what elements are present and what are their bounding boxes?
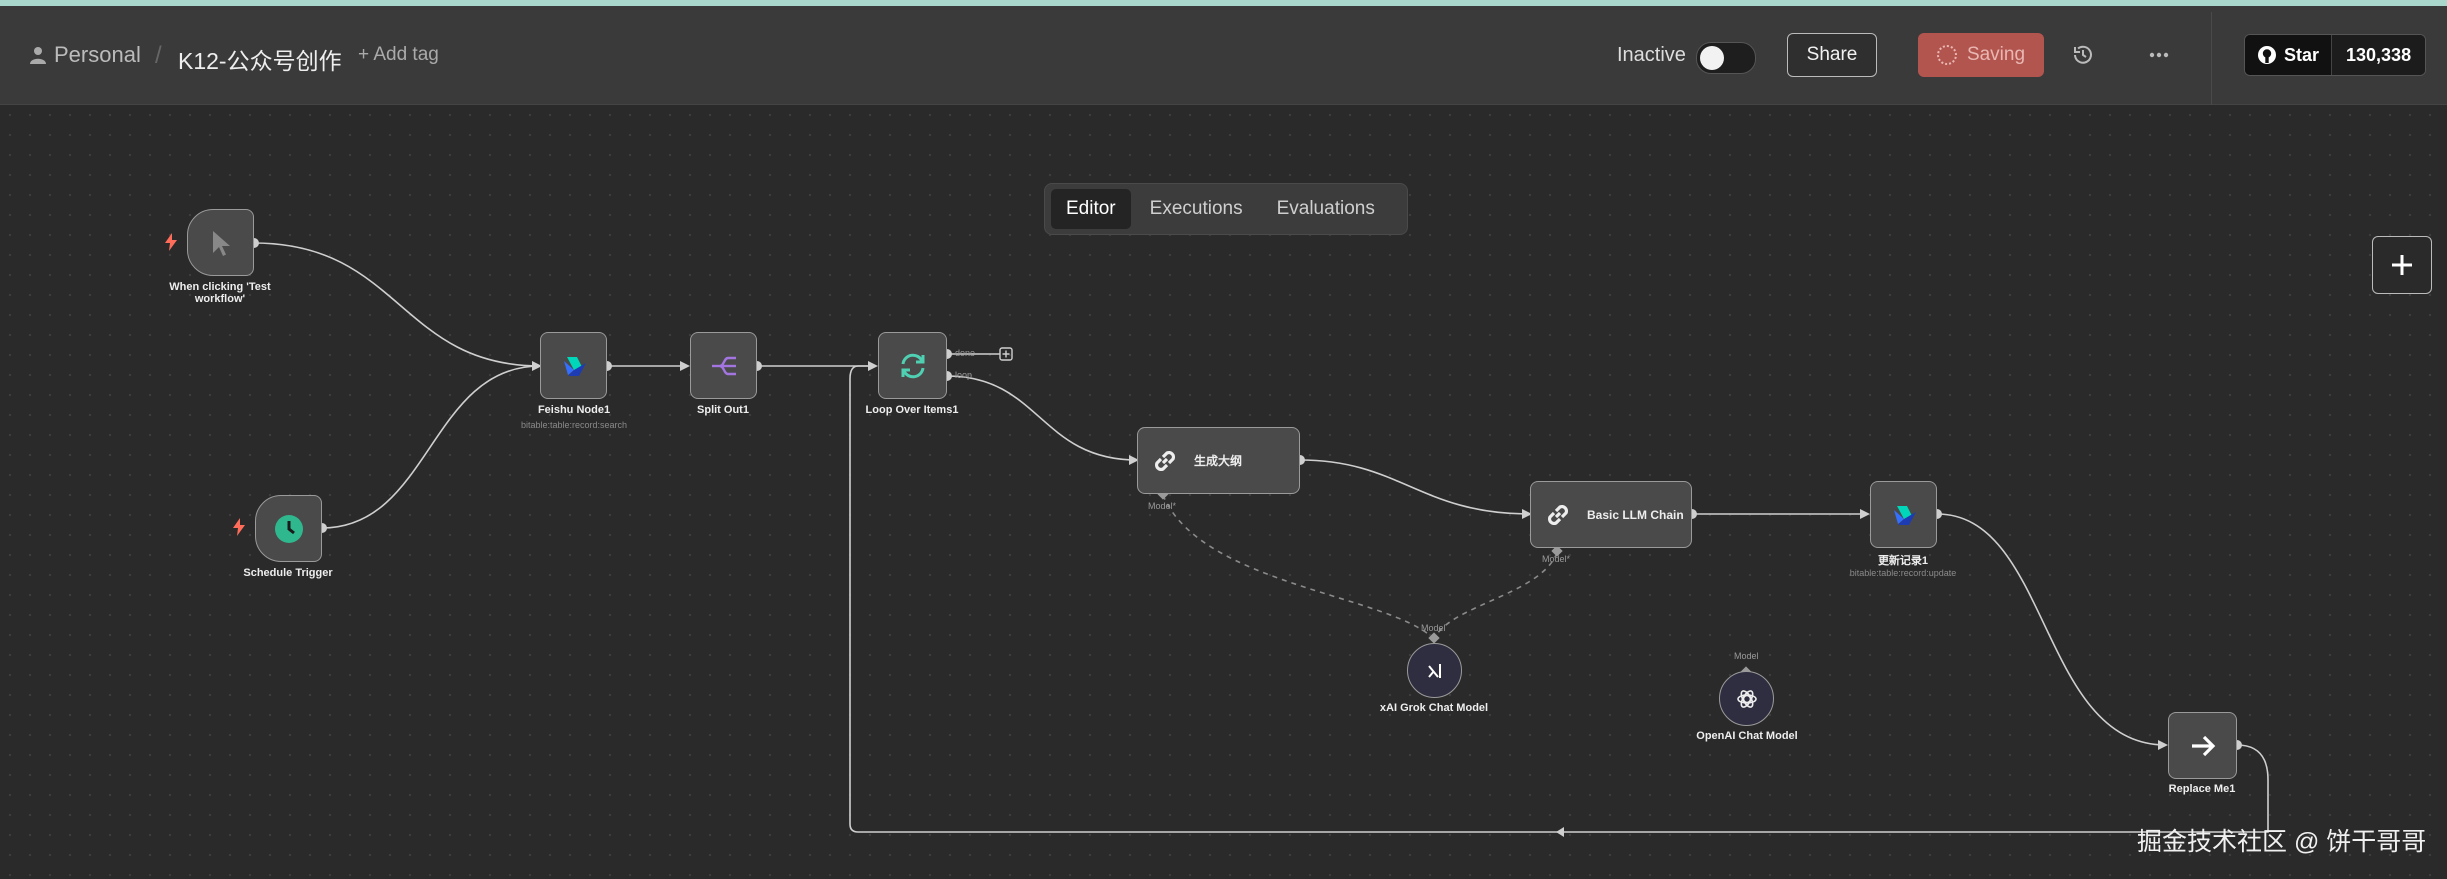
node-replace-me[interactable] bbox=[2168, 712, 2237, 779]
node-xai-grok-label: xAI Grok Chat Model bbox=[1379, 702, 1489, 714]
openai-icon bbox=[1736, 689, 1757, 708]
node-openai-chat[interactable] bbox=[1719, 671, 1774, 726]
node-update-record-label: 更新记录1 bbox=[1877, 555, 1929, 567]
node-replace-me-label: Replace Me1 bbox=[2168, 783, 2236, 795]
link-icon bbox=[1547, 504, 1569, 525]
add-tag-button[interactable]: + Add tag bbox=[358, 44, 439, 66]
clock-icon bbox=[274, 514, 303, 543]
header-bar: Personal / K12-公众号创作 + Add tag Inactive … bbox=[0, 6, 2447, 110]
more-options-icon[interactable] bbox=[2148, 44, 2170, 66]
github-star-count: 130,338 bbox=[2331, 35, 2426, 75]
workflow-title[interactable]: K12-公众号创作 bbox=[178, 42, 342, 76]
github-star-button[interactable]: Star bbox=[2245, 35, 2332, 75]
bolt-icon bbox=[165, 233, 177, 251]
node-feishu-label: Feishu Node1 bbox=[537, 404, 611, 416]
node-feishu-subtitle: bitable:table:record:search bbox=[520, 420, 628, 430]
user-icon bbox=[30, 47, 46, 64]
node-split-out[interactable] bbox=[690, 332, 757, 399]
github-icon bbox=[2258, 46, 2276, 64]
arrow-right-icon bbox=[2191, 735, 2215, 756]
view-tabs: Editor Executions Evaluations bbox=[1044, 183, 1408, 235]
share-button[interactable]: Share bbox=[1787, 33, 1877, 77]
outline-model-port-label: Model* bbox=[1148, 501, 1177, 511]
feishu-icon bbox=[1893, 505, 1916, 525]
tab-executions[interactable]: Executions bbox=[1135, 189, 1258, 229]
breadcrumb-separator: / bbox=[155, 42, 162, 69]
node-feishu[interactable] bbox=[540, 332, 607, 399]
workflow-canvas[interactable]: Editor Executions Evaluations When click… bbox=[0, 105, 2447, 879]
xai-model-port-label: Model bbox=[1421, 623, 1446, 633]
history-icon[interactable] bbox=[2072, 44, 2094, 66]
add-node-button[interactable] bbox=[2372, 236, 2432, 294]
feishu-icon bbox=[563, 356, 586, 376]
breadcrumb-personal[interactable]: Personal bbox=[30, 42, 141, 68]
node-update-record-subtitle: bitable:table:record:update bbox=[1849, 568, 1957, 578]
loop-done-label: done bbox=[955, 348, 976, 358]
plus-icon bbox=[2392, 255, 2412, 275]
tab-editor[interactable]: Editor bbox=[1051, 189, 1131, 229]
watermark-text: 掘金技术社区 @ 饼干哥哥 bbox=[2137, 828, 2427, 856]
llm-chain-model-port-label: Model* bbox=[1542, 554, 1571, 564]
loop-icon bbox=[901, 353, 924, 378]
openai-model-port-label: Model bbox=[1734, 651, 1759, 661]
cursor-icon bbox=[212, 230, 230, 256]
bolt-icon bbox=[233, 518, 245, 536]
node-generate-outline-label: 生成大纲 bbox=[1194, 454, 1243, 468]
breadcrumb-personal-label: Personal bbox=[54, 42, 141, 67]
node-generate-outline[interactable]: 生成大纲 bbox=[1137, 427, 1300, 494]
saving-button[interactable]: Saving bbox=[1918, 33, 2044, 77]
node-schedule-trigger-label: Schedule Trigger bbox=[243, 567, 333, 579]
node-openai-chat-label: OpenAI Chat Model bbox=[1696, 730, 1798, 742]
active-status-label: Inactive bbox=[1617, 44, 1686, 66]
link-icon bbox=[1154, 450, 1176, 471]
header-divider bbox=[2211, 12, 2212, 110]
toggle-knob bbox=[1700, 46, 1724, 70]
spinner-icon bbox=[1936, 45, 1957, 65]
loop-loop-label: loop bbox=[955, 370, 973, 380]
node-loop-over-items[interactable] bbox=[878, 332, 947, 399]
node-basic-llm-chain[interactable]: Basic LLM Chain bbox=[1530, 481, 1692, 548]
node-xai-grok[interactable] bbox=[1407, 643, 1462, 698]
node-loop-label: Loop Over Items1 bbox=[865, 404, 959, 416]
tab-evaluations[interactable]: Evaluations bbox=[1262, 189, 1390, 229]
github-star-widget[interactable]: Star 130,338 bbox=[2244, 34, 2427, 76]
node-manual-trigger-label: When clicking 'Test workflow' bbox=[169, 281, 271, 305]
xai-icon bbox=[1427, 663, 1441, 678]
active-toggle[interactable] bbox=[1696, 42, 1756, 74]
node-manual-trigger[interactable] bbox=[187, 209, 254, 276]
split-icon bbox=[711, 356, 736, 375]
node-schedule-trigger[interactable] bbox=[255, 495, 322, 562]
node-basic-llm-chain-label: Basic LLM Chain bbox=[1587, 507, 1684, 522]
saving-label: Saving bbox=[1966, 44, 2026, 65]
node-split-out-label: Split Out1 bbox=[697, 404, 749, 416]
node-update-record[interactable] bbox=[1870, 481, 1937, 548]
github-star-label: Star bbox=[2284, 44, 2320, 65]
